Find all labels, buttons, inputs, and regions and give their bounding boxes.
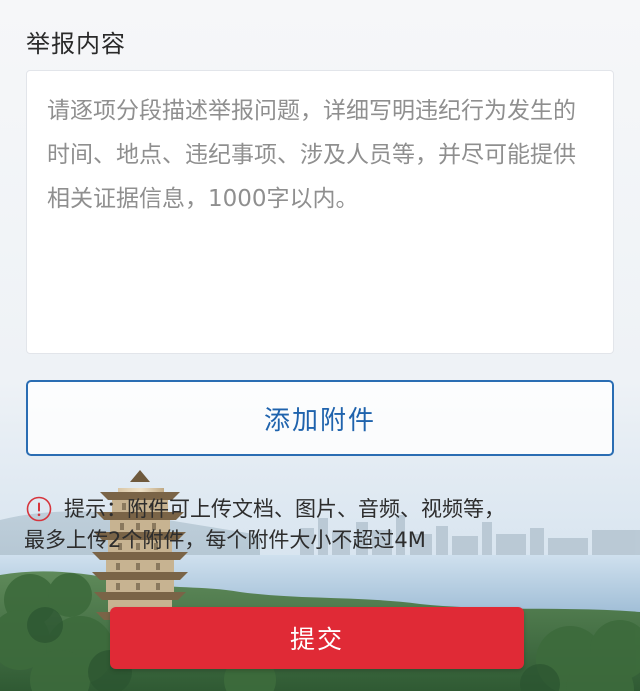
submit-button[interactable]: 提交 bbox=[110, 607, 524, 669]
attachment-hint: 提示：附件可上传文档、图片、音频、视频等， 最多上传2个附件，每个附件大小不超过… bbox=[24, 494, 626, 556]
add-attachment-button[interactable]: 添加附件 bbox=[26, 380, 614, 456]
report-content-field[interactable] bbox=[26, 70, 614, 354]
section-title: 举报内容 bbox=[26, 30, 126, 58]
hint-text: 提示：附件可上传文档、图片、音频、视频等， 最多上传2个附件，每个附件大小不超过… bbox=[24, 494, 604, 556]
hint-line-1: 提示：附件可上传文档、图片、音频、视频等， bbox=[64, 497, 505, 521]
exclamation-circle-icon bbox=[26, 496, 52, 522]
hint-line-2: 最多上传2个附件，每个附件大小不超过4M bbox=[24, 528, 426, 552]
report-content-input[interactable] bbox=[47, 89, 597, 339]
